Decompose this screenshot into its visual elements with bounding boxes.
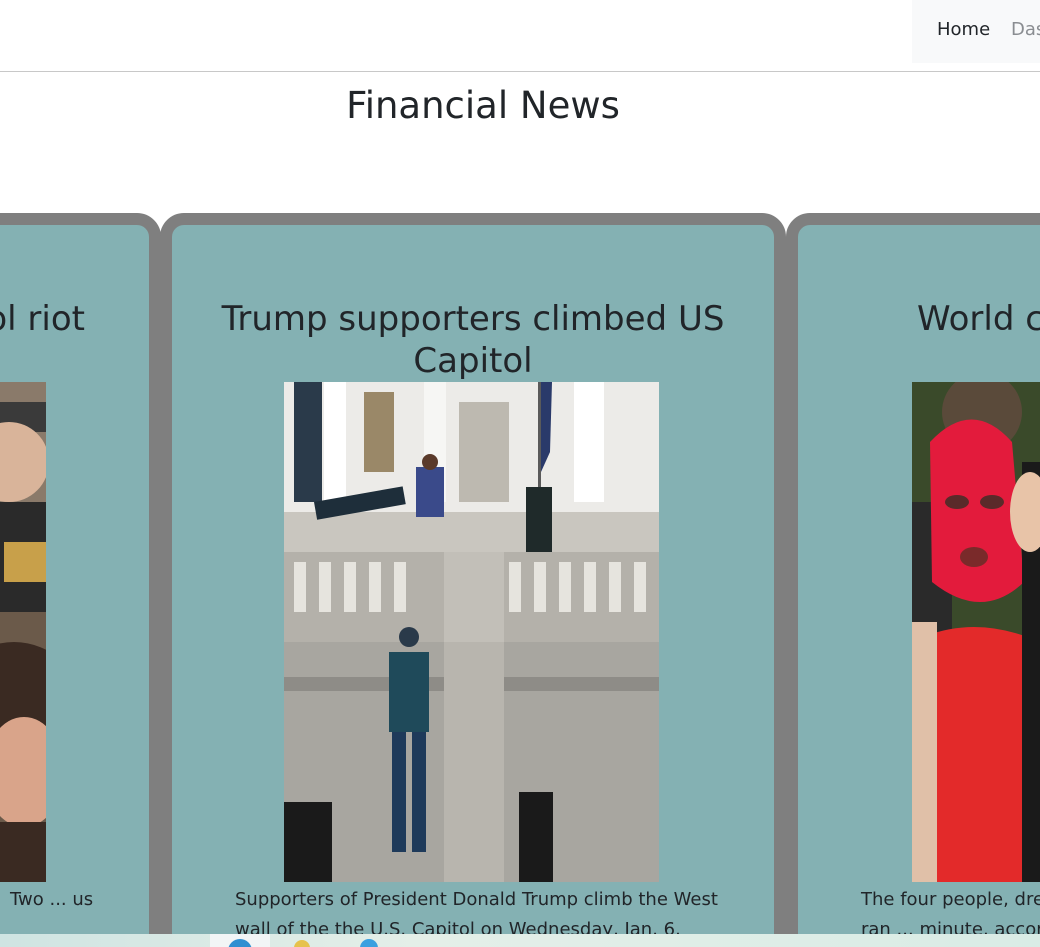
news-card-title: Trump supporters climbed US Capitol [221, 299, 725, 381]
news-card-title: World c [917, 299, 1040, 339]
crowd-photo-icon [0, 382, 46, 882]
news-card-title: Capitol riot [0, 299, 85, 339]
top-navbar: Home Dashboard [0, 0, 1040, 72]
news-card-text: Two ... us [10, 889, 94, 910]
news-card[interactable]: Capitol riot Two ... us [0, 213, 161, 947]
red-balaclava-photo-icon [912, 382, 1040, 882]
page-title: Financial News [346, 84, 620, 127]
taskbar [0, 934, 1040, 947]
app-icon[interactable] [360, 939, 378, 947]
nav-links: Home Dashboard [912, 0, 1040, 63]
nav-home-link[interactable]: Home [937, 19, 990, 40]
news-card[interactable]: Trump supporters climbed US Capitol Supp… [160, 213, 786, 947]
file-explorer-icon[interactable] [294, 940, 310, 947]
news-carousel: Capitol riot Two ... us Trump supporters… [0, 213, 1040, 947]
capitol-wall-photo-icon [284, 382, 659, 882]
nav-dashboard-link[interactable]: Dashboard [1011, 19, 1040, 40]
news-card[interactable]: World c The four people, dressed in poli… [786, 213, 1040, 947]
